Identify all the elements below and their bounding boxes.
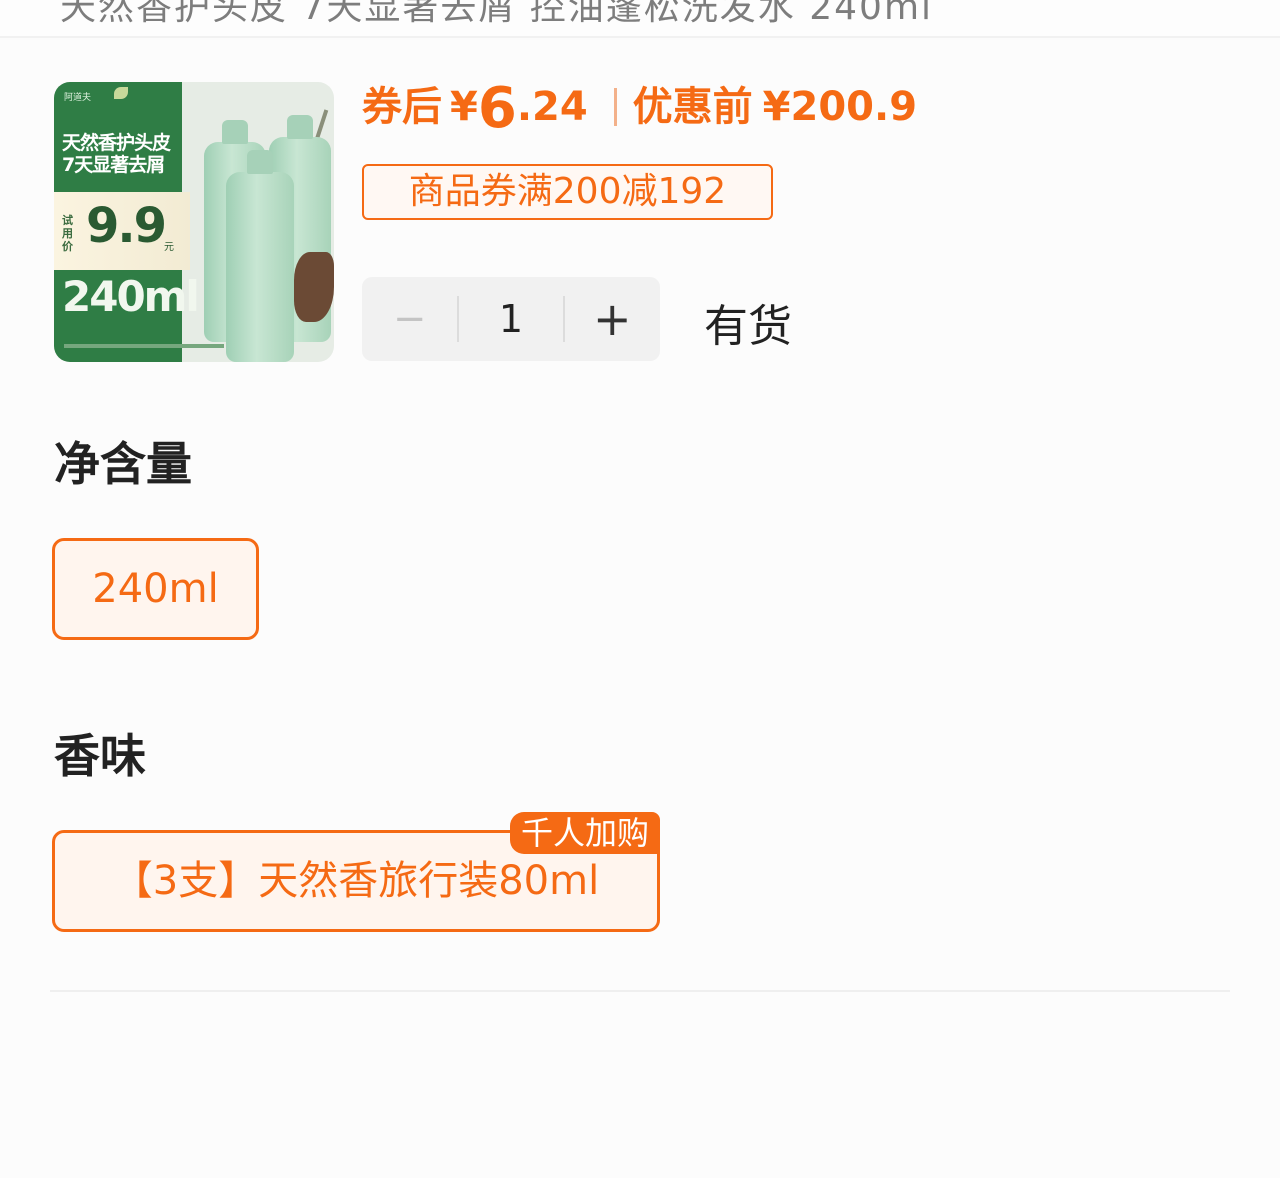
image-fine-print [64, 344, 224, 348]
scent-title: 香味 [54, 729, 146, 783]
image-trial-price-unit: 元 [164, 242, 174, 253]
image-trial-price: 9.9 [86, 198, 167, 254]
bottle-image [226, 150, 294, 362]
bark-decoration [294, 252, 334, 322]
top-title-strip: 天然香护头皮 7天显著去屑 控油蓬松洗发水 240ml [0, 0, 1280, 38]
quantity-value[interactable]: 1 [459, 297, 562, 341]
price-line: 券后 ¥ 6 .24 优惠前 ¥200.9 [362, 70, 917, 144]
brand-leaf-icon [114, 87, 128, 99]
quantity-stepper: − 1 + [362, 277, 660, 361]
image-brand: 阿道夫 [64, 93, 92, 103]
image-trial-label: 试用价 [62, 214, 73, 253]
coupon-badge: 商品券满200减192 [362, 164, 773, 220]
decrease-quantity-button[interactable]: − [362, 296, 457, 342]
popular-badge: 千人加购 [510, 812, 660, 854]
increase-quantity-button[interactable]: + [565, 292, 660, 346]
before-discount-price: ¥200.9 [762, 84, 918, 130]
price-divider [613, 88, 617, 126]
image-volume: 240ml [62, 272, 200, 321]
net-content-option-240ml[interactable]: 240ml [52, 538, 259, 640]
stock-status: 有货 [704, 301, 792, 352]
product-thumbnail[interactable]: 阿道夫 天然香护头皮 7天显著去屑 240ml 试用价 9.9 元 [54, 82, 334, 362]
image-trial-price-band: 试用价 9.9 元 [54, 192, 190, 270]
net-content-title: 净含量 [54, 437, 192, 491]
after-coupon-price-dec: .24 [516, 84, 588, 130]
after-coupon-label: 券后 [362, 84, 442, 130]
image-slogan: 天然香护头皮 7天显著去屑 [62, 132, 171, 176]
after-coupon-price-int: 6 [477, 76, 517, 141]
partial-product-title: 天然香护头皮 7天显著去屑 控油蓬松洗发水 240ml [60, 0, 934, 28]
currency-symbol: ¥ [450, 84, 478, 130]
before-discount-label: 优惠前 [632, 84, 753, 130]
section-divider [50, 990, 1230, 992]
